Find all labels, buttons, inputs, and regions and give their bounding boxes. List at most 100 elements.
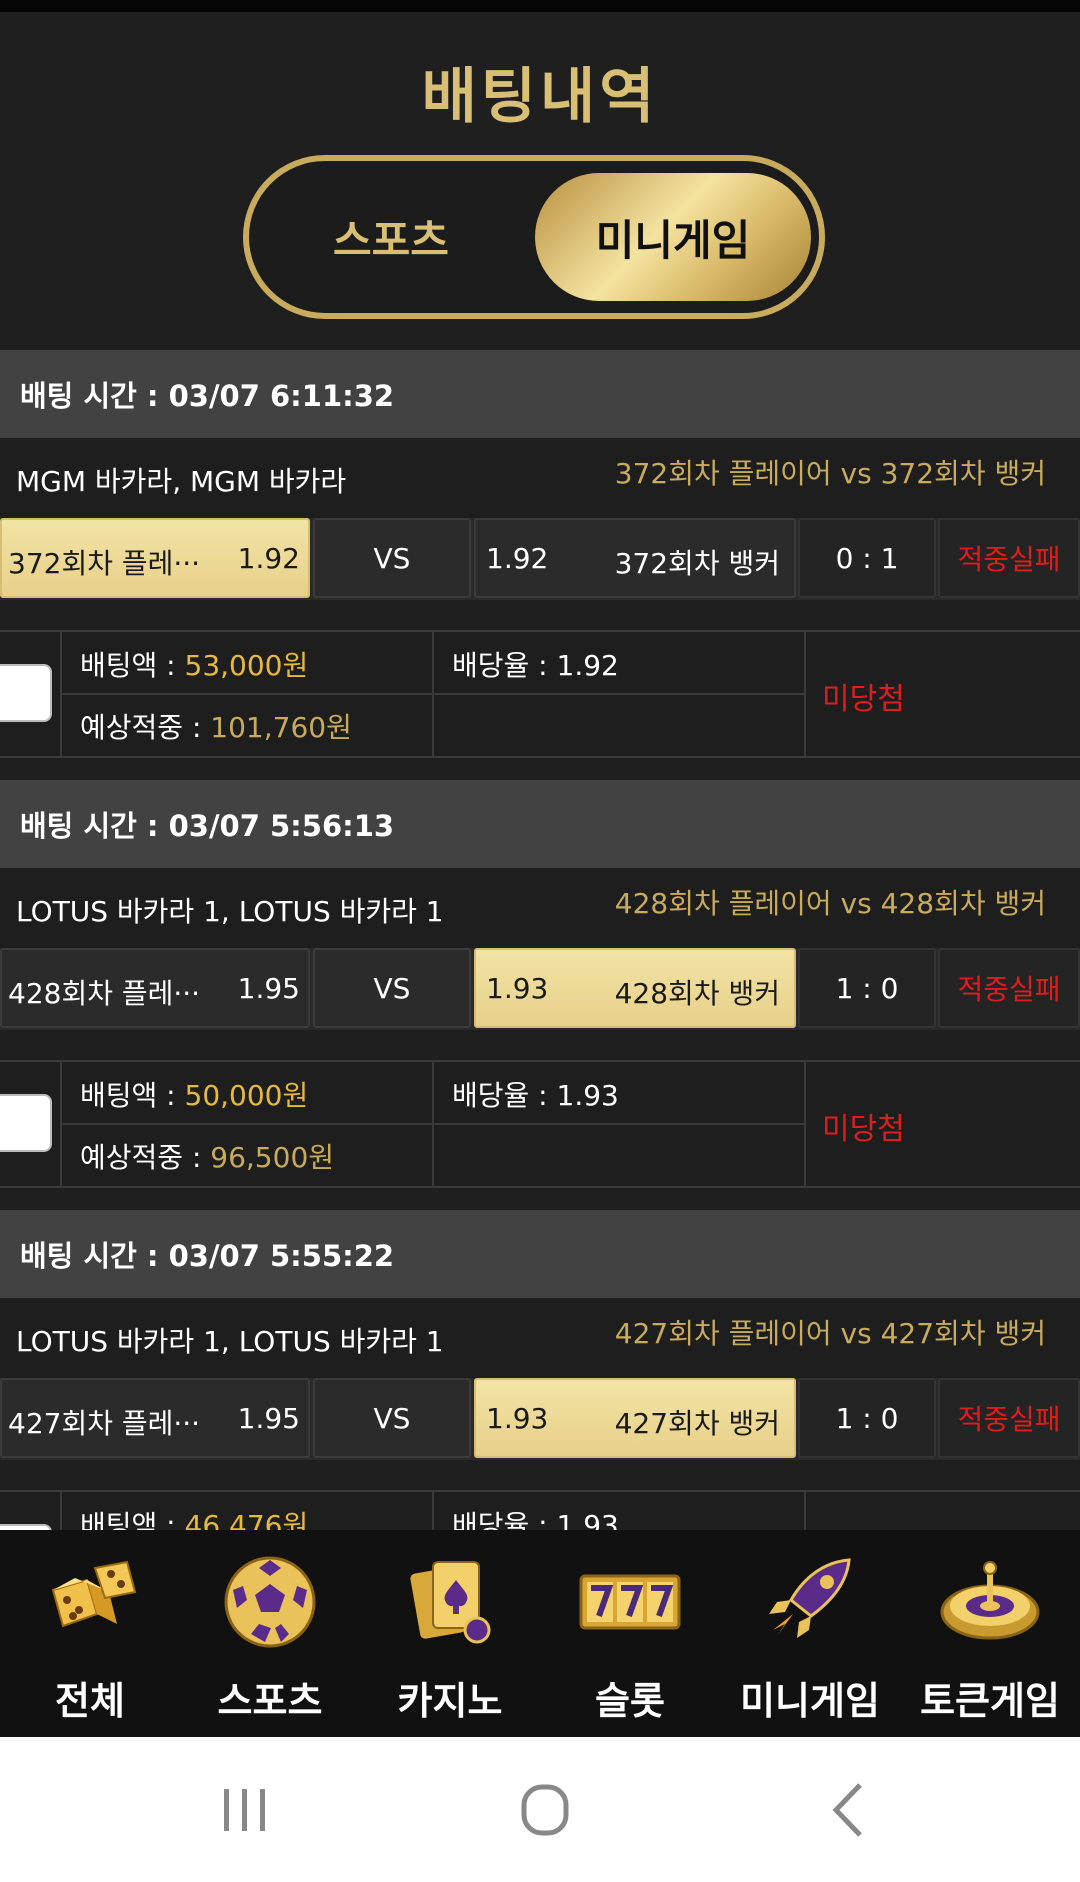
bet-amount-label: 배팅액 :	[80, 1079, 185, 1112]
result-badge: 적중실패	[938, 518, 1080, 598]
home-name: 427회차 플레···	[8, 1407, 201, 1440]
bet-amount-value: 50,000원	[184, 1079, 309, 1112]
bet-amount-value: 46,476원	[184, 1509, 309, 1530]
home-name: 372회차 플레···	[8, 547, 201, 580]
nav-sports-label: 스포츠	[217, 1679, 323, 1723]
league-row: LOTUS 바카라 1, LOTUS 바카라 1 428회차 플레이어 vs 4…	[0, 868, 1080, 948]
bet-status: 미당첨	[822, 682, 905, 717]
away-odds: 1.92	[486, 542, 549, 575]
expected-win-value: 96,500원	[210, 1141, 335, 1174]
bet-card: 배팅 시간 : 03/07 5:55:22 LOTUS 바카라 1, LOTUS…	[0, 1210, 1080, 1530]
odds-rate-label: 배당율 :	[452, 1079, 557, 1112]
odds-rate-label: 배당율 :	[452, 1509, 557, 1530]
odds-row: 427회차 플레··· 1.95 VS 1.93 427회차 뱅커 1 : 0 …	[0, 1378, 1080, 1460]
nav-slot[interactable]: 슬롯	[540, 1530, 720, 1737]
bet-amount: 배팅액 : 50,000원	[80, 1074, 308, 1114]
divider	[62, 693, 806, 695]
bet-amount-label: 배팅액 :	[80, 1509, 185, 1530]
soccer-ball-icon	[224, 1556, 316, 1648]
nav-token-game[interactable]: 토큰게임	[900, 1530, 1080, 1737]
away-odds-button[interactable]: 1.93 428회차 뱅커	[474, 948, 796, 1028]
nav-minigame[interactable]: 미니게임	[720, 1530, 900, 1737]
vs-label: VS	[313, 1378, 471, 1458]
rocket-icon	[769, 1558, 851, 1638]
result-badge: 적중실패	[938, 1378, 1080, 1458]
bet-amount-value: 53,000원	[184, 649, 309, 682]
bet-detail: 배팅액 : 46,476원 배당율 : 1.93	[0, 1490, 1080, 1530]
divider	[432, 1492, 434, 1530]
nav-casino-label: 카지노	[397, 1679, 503, 1723]
odds-rate: 배당율 : 1.93	[452, 1504, 619, 1530]
home-odds-button[interactable]: 427회차 플레··· 1.95	[0, 1378, 310, 1458]
expected-win-label: 예상적중 :	[80, 1141, 211, 1174]
matchup: 372회차 플레이어 vs 372회차 뱅커	[614, 457, 1046, 490]
home-name: 428회차 플레···	[8, 977, 201, 1010]
matchup: 427회차 플레이어 vs 427회차 뱅커	[614, 1317, 1046, 1350]
odds-row: 428회차 플레··· 1.95 VS 1.93 428회차 뱅커 1 : 0 …	[0, 948, 1080, 1030]
bet-card: 배팅 시간 : 03/07 5:56:13 LOTUS 바카라 1, LOTUS…	[0, 780, 1080, 1210]
nav-token-game-label: 토큰게임	[920, 1679, 1060, 1723]
recents-icon[interactable]	[200, 1777, 290, 1843]
category-toggle: 스포츠 미니게임	[243, 155, 825, 319]
bet-amount-label: 배팅액 :	[80, 649, 185, 682]
expected-win: 예상적중 : 101,760원	[80, 706, 352, 746]
score: 1 : 0	[798, 1378, 936, 1458]
vs-label: VS	[313, 518, 471, 598]
league-row: MGM 바카라, MGM 바카라 372회차 플레이어 vs 372회차 뱅커	[0, 438, 1080, 518]
odds-rate-value: 1.93	[556, 1509, 619, 1530]
divider	[62, 1123, 806, 1125]
home-icon[interactable]	[500, 1777, 590, 1843]
home-odds-button[interactable]: 428회차 플레··· 1.95	[0, 948, 310, 1028]
away-odds-button[interactable]: 1.93 427회차 뱅커	[474, 1378, 796, 1458]
odds-rate-value: 1.93	[556, 1079, 619, 1112]
bet-amount: 배팅액 : 53,000원	[80, 644, 308, 684]
expected-win-label: 예상적중 :	[80, 711, 211, 744]
away-name: 372회차 뱅커	[614, 547, 780, 580]
score: 1 : 0	[798, 948, 936, 1028]
bet-amount: 배팅액 : 46,476원	[80, 1504, 308, 1530]
back-icon[interactable]	[804, 1777, 894, 1843]
matchup: 428회차 플레이어 vs 428회차 뱅커	[614, 887, 1046, 920]
vs-label: VS	[313, 948, 471, 1028]
bet-detail: 배팅액 : 50,000원 배당율 : 1.93 예상적중 : 96,500원 …	[0, 1060, 1080, 1188]
system-nav-bar	[0, 1737, 1080, 1882]
odds-rate-label: 배당율 :	[452, 649, 557, 682]
bet-card: 배팅 시간 : 03/07 6:11:32 MGM 바카라, MGM 바카라 3…	[0, 350, 1080, 780]
odds-row: 372회차 플레··· 1.92 VS 1.92 372회차 뱅커 0 : 1 …	[0, 518, 1080, 600]
bet-history-list: 배팅 시간 : 03/07 6:11:32 MGM 바카라, MGM 바카라 3…	[0, 350, 1080, 1530]
select-checkbox[interactable]	[0, 1094, 52, 1152]
nav-slot-label: 슬롯	[595, 1679, 665, 1723]
odds-rate: 배당율 : 1.93	[452, 1074, 619, 1114]
league-name: LOTUS 바카라 1, LOTUS 바카라 1	[16, 1325, 444, 1358]
home-odds: 1.95	[237, 1402, 300, 1435]
dice-icon	[51, 1560, 137, 1628]
home-odds: 1.95	[237, 972, 300, 1005]
league-name: LOTUS 바카라 1, LOTUS 바카라 1	[16, 895, 444, 928]
bet-time: 배팅 시간 : 03/07 6:11:32	[0, 350, 1080, 438]
select-checkbox[interactable]	[0, 664, 52, 722]
nav-minigame-label: 미니게임	[740, 1679, 880, 1723]
score: 0 : 1	[798, 518, 936, 598]
bet-status: 미당첨	[822, 1112, 905, 1147]
slot-777-icon	[579, 1574, 681, 1630]
league-row: LOTUS 바카라 1, LOTUS 바카라 1 427회차 플레이어 vs 4…	[0, 1298, 1080, 1378]
tab-minigame[interactable]: 미니게임	[535, 173, 811, 301]
roulette-icon	[940, 1561, 1040, 1640]
bottom-nav: 전체 스포츠 카지노 슬롯 미니게임 토큰게임	[0, 1530, 1080, 1737]
bet-detail: 배팅액 : 53,000원 배당율 : 1.92 예상적중 : 101,760원…	[0, 630, 1080, 758]
league-name: MGM 바카라, MGM 바카라	[16, 465, 347, 498]
bet-time: 배팅 시간 : 03/07 5:56:13	[0, 780, 1080, 868]
away-odds-button[interactable]: 1.92 372회차 뱅커	[474, 518, 796, 598]
status-bar	[0, 0, 1080, 12]
home-odds: 1.92	[237, 542, 300, 575]
tab-sports[interactable]: 스포츠	[261, 173, 521, 301]
nav-all[interactable]: 전체	[0, 1530, 180, 1737]
divider	[60, 1492, 62, 1530]
home-odds-button[interactable]: 372회차 플레··· 1.92	[0, 518, 310, 598]
nav-sports[interactable]: 스포츠	[180, 1530, 360, 1737]
away-name: 427회차 뱅커	[614, 1407, 780, 1440]
odds-rate: 배당율 : 1.92	[452, 644, 619, 684]
away-name: 428회차 뱅커	[614, 977, 780, 1010]
expected-win-value: 101,760원	[210, 711, 352, 744]
nav-casino[interactable]: 카지노	[360, 1530, 540, 1737]
